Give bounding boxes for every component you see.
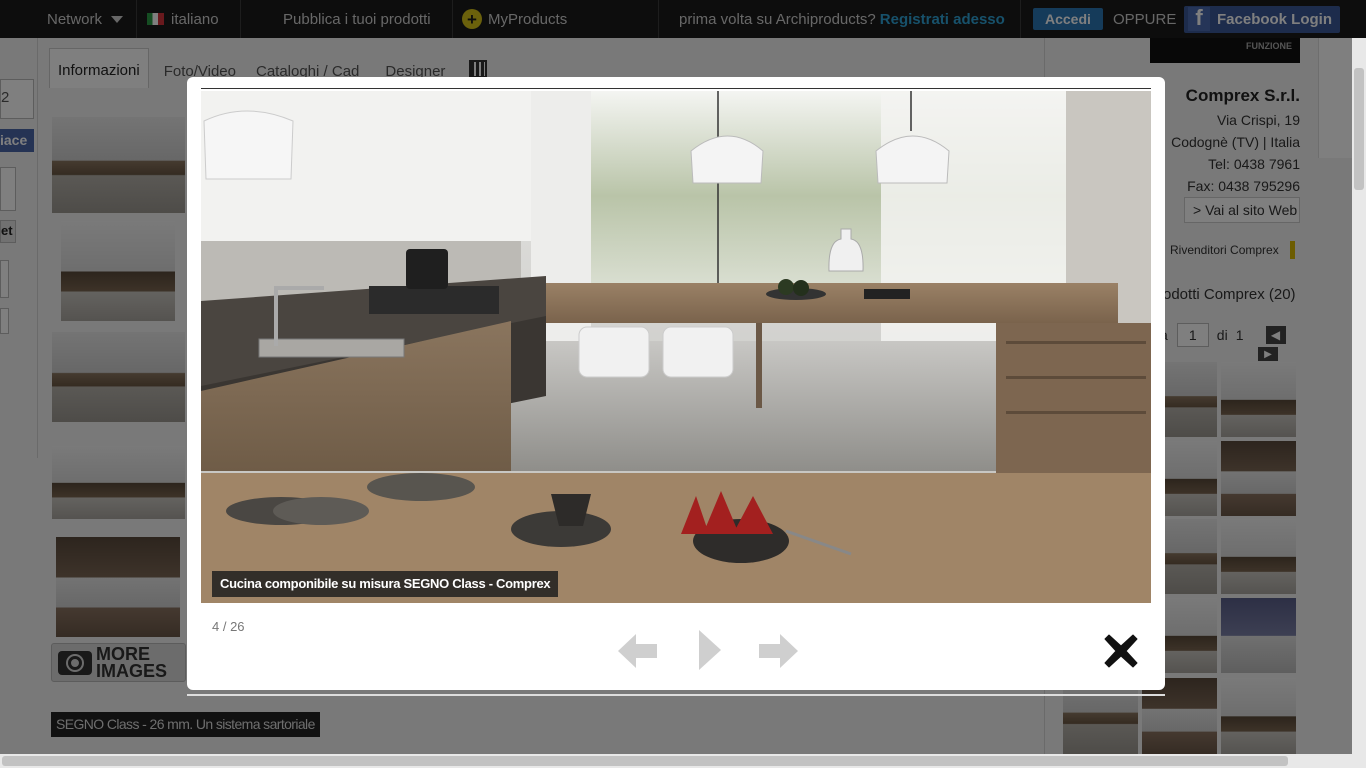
vertical-scroll-thumb[interactable] (1354, 68, 1364, 190)
lightbox-shadow-line (187, 694, 1165, 696)
lightbox-image: Cucina componibile su misura SEGNO Class… (201, 91, 1151, 603)
vertical-scrollbar[interactable] (1352, 38, 1366, 754)
lightbox-modal: Cucina componibile su misura SEGNO Class… (187, 77, 1165, 690)
arrow-left-icon[interactable] (614, 630, 660, 672)
horizontal-scroll-thumb[interactable] (2, 756, 1288, 766)
play-icon[interactable] (697, 628, 723, 672)
image-counter: 4 / 26 (212, 619, 245, 634)
lightbox-top-rule (201, 88, 1151, 89)
kitchen-photo (201, 91, 1151, 603)
image-caption: Cucina componibile su misura SEGNO Class… (212, 571, 559, 597)
arrow-right-icon[interactable] (756, 630, 802, 672)
horizontal-scrollbar[interactable] (0, 754, 1366, 768)
close-icon[interactable] (1103, 633, 1139, 669)
